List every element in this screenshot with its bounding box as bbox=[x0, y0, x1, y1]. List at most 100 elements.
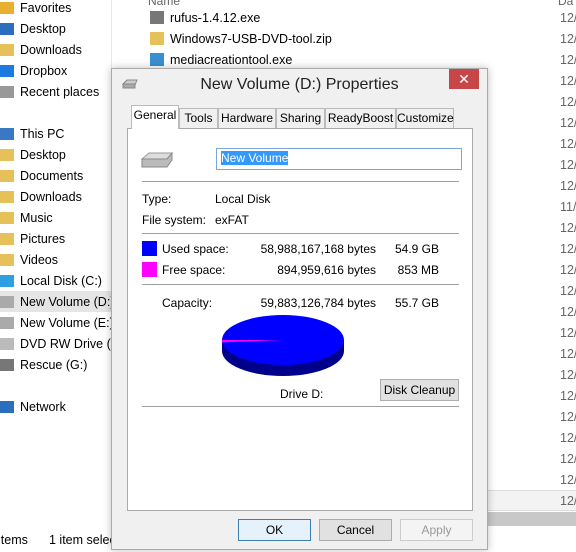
file-date: 12/ bbox=[560, 472, 576, 487]
folder-icon bbox=[0, 211, 14, 224]
downloads-folder-icon bbox=[0, 43, 14, 56]
folder-icon bbox=[0, 232, 14, 245]
disk-cleanup-button[interactable]: Disk Cleanup bbox=[380, 379, 459, 401]
file-date: 12/ bbox=[560, 73, 576, 88]
file-date: 12/ bbox=[560, 178, 576, 193]
nav-item-label: Network bbox=[20, 399, 66, 414]
nav-item[interactable]: Rescue (G:) bbox=[0, 354, 112, 375]
nav-item-label: Downloads bbox=[20, 189, 82, 204]
file-date: 12/ bbox=[560, 136, 576, 151]
nav-item[interactable]: Desktop bbox=[0, 144, 112, 165]
used-space-size: 54.9 GB bbox=[394, 242, 439, 256]
nav-item[interactable]: Desktop bbox=[0, 18, 112, 39]
type-value: Local Disk bbox=[215, 192, 271, 206]
tab-customize[interactable]: Customize bbox=[396, 108, 454, 128]
properties-dialog: New Volume (D:) Properties ✕ General Tool… bbox=[111, 68, 488, 550]
nav-item-label: DVD RW Drive (F: bbox=[20, 336, 112, 351]
nav-item[interactable]: Downloads bbox=[0, 186, 112, 207]
tab-sharing[interactable]: Sharing bbox=[276, 108, 325, 128]
file-row[interactable]: mediacreationtool.exe 12/ bbox=[130, 49, 576, 70]
file-date: 12/ bbox=[560, 94, 576, 109]
file-date: 12/ bbox=[560, 31, 576, 46]
nav-item[interactable]: Recent places bbox=[0, 81, 112, 102]
file-date: 12/ bbox=[560, 367, 576, 382]
nav-item[interactable]: Documents bbox=[0, 165, 112, 186]
file-date: 12/ bbox=[560, 304, 576, 319]
volume-name-input[interactable]: New Volume bbox=[216, 148, 462, 170]
status-selection: 1 item selec bbox=[49, 533, 116, 547]
cancel-button[interactable]: Cancel bbox=[319, 519, 392, 541]
rufus-icon bbox=[150, 11, 164, 24]
nav-item-label: New Volume (E:) bbox=[20, 315, 112, 330]
nav-item[interactable]: DVD RW Drive (F: bbox=[0, 333, 112, 354]
divider bbox=[142, 284, 459, 285]
used-space-bytes: 58,988,167,168 bytes bbox=[260, 242, 376, 256]
nav-item-label: This PC bbox=[20, 126, 65, 141]
nav-item[interactable]: This PC bbox=[0, 123, 112, 144]
status-item-count: items bbox=[0, 533, 28, 547]
usb-icon bbox=[0, 358, 14, 371]
zip-icon bbox=[150, 32, 164, 45]
file-date: 12/ bbox=[560, 52, 576, 67]
nav-item[interactable]: Downloads bbox=[0, 39, 112, 60]
tab-hardware[interactable]: Hardware bbox=[218, 108, 276, 128]
recent-places-icon bbox=[0, 85, 14, 98]
nav-item-label: Videos bbox=[20, 252, 58, 267]
nav-item-label: New Volume (D:) bbox=[20, 294, 112, 309]
free-space-bytes: 894,959,616 bytes bbox=[277, 263, 376, 277]
file-date: 12/ bbox=[560, 115, 576, 130]
drive-icon bbox=[0, 295, 14, 308]
file-date: 12/ bbox=[560, 388, 576, 403]
tab-tools[interactable]: Tools bbox=[179, 108, 218, 128]
divider bbox=[142, 181, 459, 182]
dropbox-icon bbox=[0, 64, 14, 77]
nav-item[interactable]: Dropbox bbox=[0, 60, 112, 81]
drive-label: Drive D: bbox=[280, 387, 324, 401]
nav-item[interactable]: Network bbox=[0, 396, 112, 417]
folder-icon bbox=[0, 169, 14, 182]
file-name: rufus-1.4.12.exe bbox=[170, 10, 261, 25]
file-date: 12/ bbox=[560, 430, 576, 445]
ok-button[interactable]: OK bbox=[238, 519, 311, 541]
nav-item-label: Local Disk (C:) bbox=[20, 273, 102, 288]
file-date: 12/ bbox=[560, 262, 576, 277]
file-date: 12/ bbox=[560, 10, 576, 25]
tab-readyboost[interactable]: ReadyBoost bbox=[325, 108, 396, 128]
navigation-pane: Favorites Desktop Downloads Dropbox Recent p… bbox=[0, 0, 112, 530]
network-icon bbox=[0, 400, 14, 413]
nav-item[interactable]: Pictures bbox=[0, 228, 112, 249]
file-date: 12/ bbox=[560, 409, 576, 424]
type-label: Type: bbox=[142, 192, 172, 206]
nav-item-label: Recent places bbox=[20, 84, 100, 99]
nav-item-label: Desktop bbox=[20, 147, 66, 162]
nav-item-label: Documents bbox=[20, 168, 84, 183]
star-icon bbox=[0, 1, 14, 14]
nav-item-label: Favorites bbox=[20, 0, 72, 15]
folder-icon bbox=[0, 253, 14, 266]
used-space-label: Used space: bbox=[162, 242, 229, 256]
dvd-icon bbox=[0, 337, 14, 350]
installer-icon bbox=[150, 53, 164, 66]
nav-item[interactable]: Music bbox=[0, 207, 112, 228]
file-date: 12/ bbox=[560, 157, 576, 172]
nav-item[interactable]: Local Disk (C:) bbox=[0, 270, 112, 291]
nav-item[interactable]: Videos bbox=[0, 249, 112, 270]
nav-item[interactable]: Favorites bbox=[0, 0, 112, 18]
nav-item-label: Downloads bbox=[20, 42, 82, 57]
dialog-title: New Volume (D:) Properties bbox=[200, 76, 399, 93]
file-name: Windows7-USB-DVD-tool.zip bbox=[170, 31, 332, 46]
file-row[interactable]: Windows7-USB-DVD-tool.zip 12/ bbox=[130, 28, 576, 49]
file-date: 12/ bbox=[560, 283, 576, 298]
close-button[interactable]: ✕ bbox=[449, 69, 479, 89]
file-date: 12/ bbox=[560, 220, 576, 235]
nav-item[interactable]: New Volume (D:) bbox=[0, 291, 112, 312]
file-row[interactable]: rufus-1.4.12.exe 12/ bbox=[130, 7, 576, 28]
nav-item[interactable]: New Volume (E:) bbox=[0, 312, 112, 333]
drive-icon bbox=[140, 151, 173, 168]
tab-general[interactable]: General bbox=[131, 105, 179, 129]
nav-item-label: Rescue (G:) bbox=[20, 357, 88, 372]
folder-icon bbox=[0, 148, 14, 161]
capacity-size: 55.7 GB bbox=[394, 296, 439, 310]
apply-button[interactable]: Apply bbox=[400, 519, 473, 541]
file-system-label: File system: bbox=[142, 213, 207, 227]
